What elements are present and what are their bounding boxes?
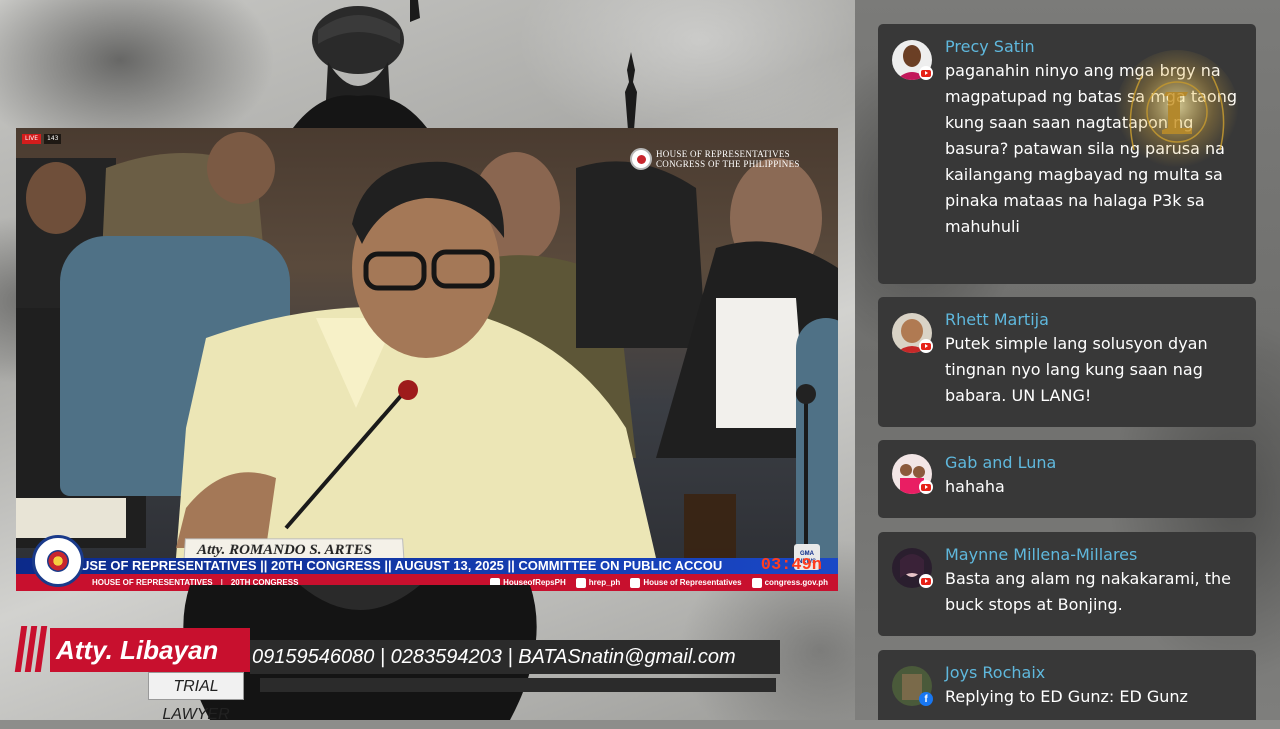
video-player[interactable]: LIVE 143 HOUSE OF REPRESENTATIVES CONGRE… — [16, 128, 838, 591]
chat-author: Maynne Millena-Millares — [945, 545, 1138, 564]
pillar-ornament — [625, 52, 637, 130]
host-contact: 09159546080 | 0283594203 | BATASnatin@gm… — [250, 640, 780, 674]
viewer-count: 143 — [44, 134, 62, 144]
host-title: TRIAL LAWYER — [148, 672, 244, 723]
youtube-icon — [919, 339, 933, 353]
ticker-clock: 03:49n — [760, 556, 822, 575]
host-name: Atty. Libayan — [50, 628, 250, 672]
chat-text: hahaha — [945, 477, 1005, 496]
website-handle: congress.gov.ph — [751, 574, 828, 591]
law-firm-watermark-logo — [1115, 50, 1239, 174]
chat-text: Putek simple lang solusyon dyan tingnan … — [945, 334, 1208, 405]
youtube-icon — [919, 480, 933, 494]
youtube-icon — [919, 66, 933, 80]
globe-icon — [751, 577, 762, 588]
chat-author: Joys Rochaix — [945, 663, 1046, 682]
live-label: LIVE — [22, 134, 42, 144]
lower-third-bar — [260, 678, 776, 692]
broadcaster-line1: HOUSE OF REPRESENTATIVES — [656, 149, 790, 159]
ticker-time-suffix: n — [811, 556, 822, 575]
tiktok-handle: hrep_ph — [575, 574, 620, 591]
video-speaker — [16, 161, 816, 560]
chat-text: Basta ang alam ng nakakarami, the buck s… — [945, 569, 1231, 614]
youtube-handle: House of Representatives — [630, 574, 742, 591]
house-seal-large-icon — [32, 535, 84, 587]
tiktok-icon — [575, 577, 586, 588]
youtube-icon — [919, 574, 933, 588]
chat-message: Maynne Millena-Millares Basta ang alam n… — [878, 532, 1256, 636]
youtube-icon — [630, 577, 641, 588]
chat-author: Gab and Luna — [945, 453, 1057, 472]
broadcaster-logo: HOUSE OF REPRESENTATIVES CONGRESS OF THE… — [630, 148, 800, 170]
broadcaster-line2: CONGRESS OF THE PHILIPPINES — [656, 159, 800, 169]
chat-text: Replying to ED Gunz: ED Gunz — [945, 687, 1188, 706]
chat-message: f Joys Rochaix Replying to ED Gunz: ED G… — [878, 650, 1256, 720]
chat-message: Gab and Luna hahaha — [878, 440, 1256, 518]
lady-justice-statue — [290, 0, 430, 132]
lower-third: Atty. Libayan 09159546080 | 0283594203 |… — [14, 626, 786, 723]
chat-message: Rhett Martija Putek simple lang solusyon… — [878, 297, 1256, 427]
live-badge: LIVE 143 — [22, 134, 62, 144]
news-ticker: USE OF REPRESENTATIVES || 20TH CONGRESS … — [16, 558, 838, 574]
chat-author: Rhett Martija — [945, 310, 1049, 329]
house-seal-icon — [630, 148, 652, 170]
ticker-time: 03:49 — [760, 556, 812, 575]
facebook-icon: f — [919, 692, 933, 706]
